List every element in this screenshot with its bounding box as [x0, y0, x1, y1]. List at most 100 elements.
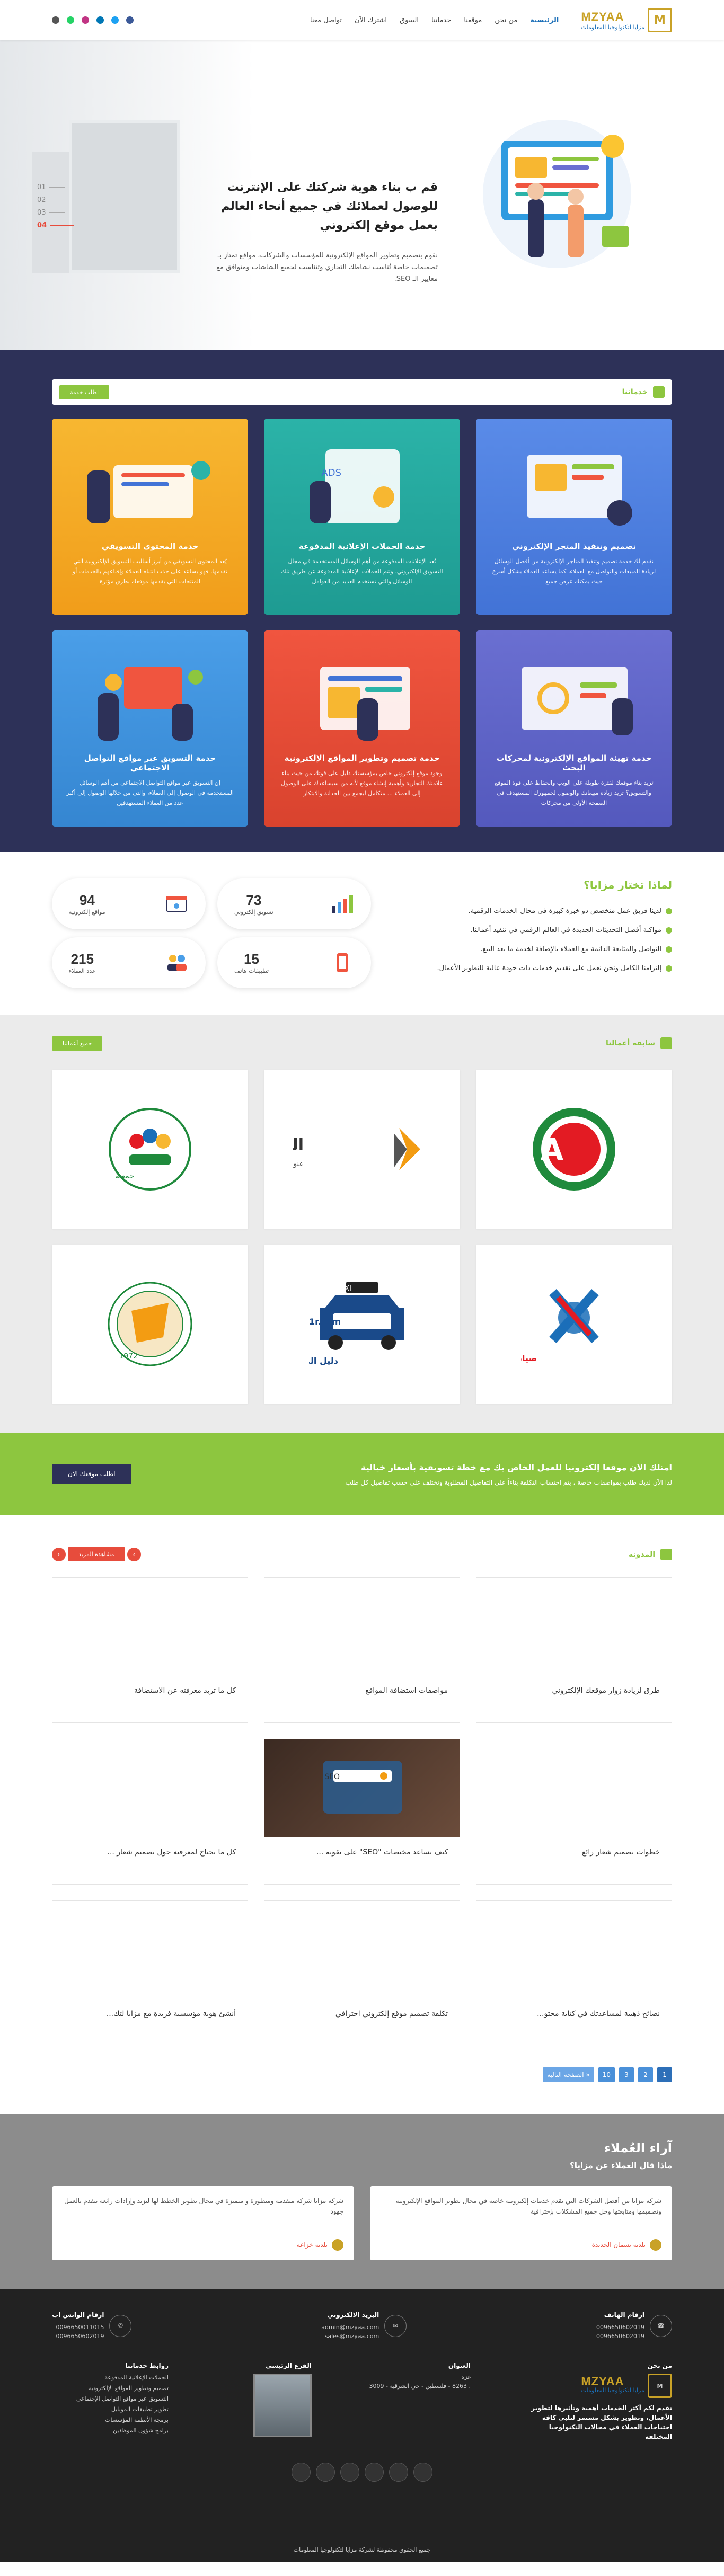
footer-logo[interactable]: M MZYAA مزايا لتكنولوجيا المعلومات	[524, 2374, 672, 2398]
portfolio-item[interactable]: 1972	[52, 1245, 248, 1404]
facebook-icon[interactable]	[413, 2463, 432, 2482]
footer-address: العنوان غزة . 8263 - فلسطين - حي الشرقية…	[369, 2362, 471, 2390]
nav-services[interactable]: خدماتنا	[431, 16, 451, 24]
main-nav: الرئيسية من نحن موقعنا خدماتنا السوق اشت…	[310, 16, 559, 24]
service-card-seo[interactable]: خدمة تهيئة المواقع الإلكترونية لمحركات ا…	[476, 630, 672, 827]
nav-about[interactable]: من نحن	[495, 16, 517, 24]
whatsapp-icon[interactable]	[67, 16, 74, 24]
logo[interactable]: M MZYAA مزايا لتكنولوجيا المعلومات	[581, 8, 672, 32]
logo-en: MZYAA	[581, 10, 624, 23]
footer-links: روابط خدماتنا الحملات الإعلانية المدفوعة…	[76, 2362, 169, 2434]
all-works-button[interactable]: جميع أعمالنا	[52, 1036, 103, 1051]
blog-post[interactable]: كل ما تريد معرفته عن الاستضافة	[52, 1577, 248, 1723]
view-more-button[interactable]: مشاهدة المزيد	[68, 1547, 125, 1561]
facebook-icon[interactable]	[126, 16, 134, 24]
page-next[interactable]: الصفحة التالية »	[543, 2067, 594, 2082]
svg-text:li1r.com: li1r.com	[309, 1317, 341, 1327]
portfolio-item[interactable]: جمعية	[52, 1070, 248, 1229]
slide-dot-4[interactable]: 04	[37, 219, 75, 232]
blog-title: المدونة	[629, 1550, 655, 1559]
svg-text:جمعية: جمعية	[116, 1172, 134, 1180]
why-point: التواصل والمتابعة الدائمة مع العملاء بال…	[386, 945, 672, 953]
page-2[interactable]: 2	[638, 2067, 653, 2082]
services-section: خدماتنا اطلب خدمة تصميم وتنفيذ المتجر ال…	[0, 350, 724, 852]
service-card-ecommerce[interactable]: تصميم وتنفيذ المتجر الإلكتروني نقدم لك خ…	[476, 419, 672, 615]
blog-post[interactable]: مواصفات استضافة المواقع	[264, 1577, 460, 1723]
logo-mark-icon: M	[648, 2374, 672, 2398]
blog-post[interactable]: طرق لزيادة زوار موقعك الإلكتروني	[476, 1577, 672, 1723]
blog-post[interactable]: نصائح ذهبية لمساعدتك في كتابة محتو...	[476, 1900, 672, 2046]
nav-subscribe[interactable]: اشترك الآن	[355, 16, 387, 24]
blog-post[interactable]: SEO كيف تساعد مختصات "SEO" على تقوية ...	[264, 1739, 460, 1885]
slide-dot-3[interactable]: 03	[37, 206, 74, 219]
logo-ar: مزايا لتكنولوجيا المعلومات	[581, 23, 644, 31]
slide-dot-1[interactable]: 01	[37, 181, 74, 193]
check-icon	[666, 908, 672, 914]
slide-dot-2[interactable]: 02	[37, 193, 74, 206]
cta-title: امتلك الان موقعا إلكترونيا للعمل الخاص ب…	[361, 1462, 672, 1472]
portfolio-item[interactable]: A	[476, 1070, 672, 1229]
testimonials-subtitle: ماذا قال العملاء عن مزايا؟	[570, 2161, 672, 2170]
testimonial-card: شركة مزايا من أفضل الشركات التي تقدم خدم…	[370, 2186, 672, 2260]
hero-description: نقوم بتصميم وتطوير المواقع الإلكترونية ل…	[216, 252, 438, 283]
blog-section: المدونة › مشاهدة المزيد ‹ طرق لزيادة زوا…	[0, 1515, 724, 2114]
branch-building-image	[253, 2374, 312, 2437]
globe-icon[interactable]	[52, 16, 59, 24]
portfolio-section: سابقة أعمالنا جميع أعمالنا A الكمالية عنو…	[0, 1015, 724, 1433]
nav-contact[interactable]: تواصل معنا	[310, 16, 342, 24]
grid-icon	[653, 386, 665, 398]
instagram-icon[interactable]	[340, 2463, 359, 2482]
stat-websites: 94 مواقع إلكترونية	[52, 878, 206, 929]
blog-post[interactable]: كل ما تحتاج لمعرفته حول تصميم شعار ...	[52, 1739, 248, 1885]
page-1[interactable]: 1	[657, 2067, 672, 2082]
blog-post[interactable]: خطوات تصميم شعار رائع	[476, 1739, 672, 1885]
service-card-social[interactable]: خدمة التسويق عبر مواقع التواصل الاجتماعي…	[52, 630, 248, 827]
page-3[interactable]: 3	[619, 2067, 634, 2082]
next-arrow-icon[interactable]: ›	[127, 1547, 141, 1561]
cta-text: لذا الآن لديك طلب بمواصفات خاصة ، يتم اح…	[345, 1478, 672, 1486]
service-card-content[interactable]: خدمة المحتوى التسويقي يُعد المحتوى التسو…	[52, 419, 248, 615]
blog-post[interactable]: تكلفة تصميم موقع إلكتروني احترافي	[264, 1900, 460, 2046]
avatar	[332, 2239, 343, 2251]
client-logo: صيانة أجهزة منزلية	[521, 1289, 599, 1363]
footer-contacts: ☎ ارقام الهاتف 0096650602019 0096650602019…	[52, 2311, 672, 2341]
testimonial-card: شركة مزايا شركة متقدمة ومتطورة و متميزة …	[52, 2186, 354, 2260]
service-card-ads[interactable]: ADS خدمة الحملات الإعلانية المدفوعة تُعد…	[264, 419, 460, 615]
globe-icon[interactable]	[292, 2463, 311, 2482]
portfolio-item[interactable]: TAXI li1r.com دليل المشاوير	[264, 1245, 460, 1404]
ecommerce-illustration	[490, 433, 658, 534]
portfolio-header: سابقة أعمالنا جميع أعمالنا	[52, 1031, 672, 1056]
portfolio-item[interactable]: صيانة أجهزة منزلية	[476, 1245, 672, 1404]
clients-icon	[164, 952, 189, 973]
order-website-button[interactable]: اطلب موقعك الان	[52, 1464, 131, 1484]
footer-socials	[52, 2463, 672, 2482]
avatar	[650, 2239, 661, 2251]
web-illustration	[278, 645, 446, 746]
stats-grid: 73 تسويق إلكتروني 94 مواقع إلكترونية 15 تطب…	[52, 878, 371, 988]
svg-text:الكمالية: الكمالية	[293, 1136, 304, 1154]
instagram-icon[interactable]	[82, 16, 89, 24]
request-service-button[interactable]: اطلب خدمة	[59, 385, 110, 399]
footer-branch: الفرع الرئيسي	[222, 2362, 312, 2437]
page-10[interactable]: 10	[598, 2067, 615, 2082]
nav-home[interactable]: الرئيسية	[530, 16, 559, 24]
content-illustration	[66, 433, 234, 534]
nav-market[interactable]: السوق	[400, 16, 419, 24]
stat-marketing: 73 تسويق إلكتروني	[217, 878, 371, 929]
portfolio-item[interactable]: الكمالية عنوان النجاح الإعلاني	[264, 1070, 460, 1229]
client-logo: TAXI li1r.com دليل المشاوير	[309, 1282, 404, 1366]
why-point: إلتزامنا الكامل ونحن نعمل على تقديم خدما…	[386, 964, 672, 972]
services-title: خدماتنا	[622, 388, 648, 396]
nav-location[interactable]: موقعنا	[464, 16, 482, 24]
service-card-web[interactable]: خدمة تصميم وتطوير المواقع الإلكترونية وج…	[264, 630, 460, 827]
social-illustration	[66, 645, 234, 746]
twitter-icon[interactable]	[111, 16, 119, 24]
twitter-icon[interactable]	[389, 2463, 408, 2482]
blog-post[interactable]: أنشئ هوية مؤسسية فريدة مع مزايا لتك...	[52, 1900, 248, 2046]
whatsapp-icon[interactable]	[316, 2463, 335, 2482]
linkedin-icon[interactable]	[365, 2463, 384, 2482]
why-section: لماذا تختار مزايا؟ لدينا فريق عمل متخصص …	[0, 852, 724, 1015]
linkedin-icon[interactable]	[96, 16, 104, 24]
prev-arrow-icon[interactable]: ‹	[52, 1547, 66, 1561]
browser-icon	[164, 893, 189, 914]
